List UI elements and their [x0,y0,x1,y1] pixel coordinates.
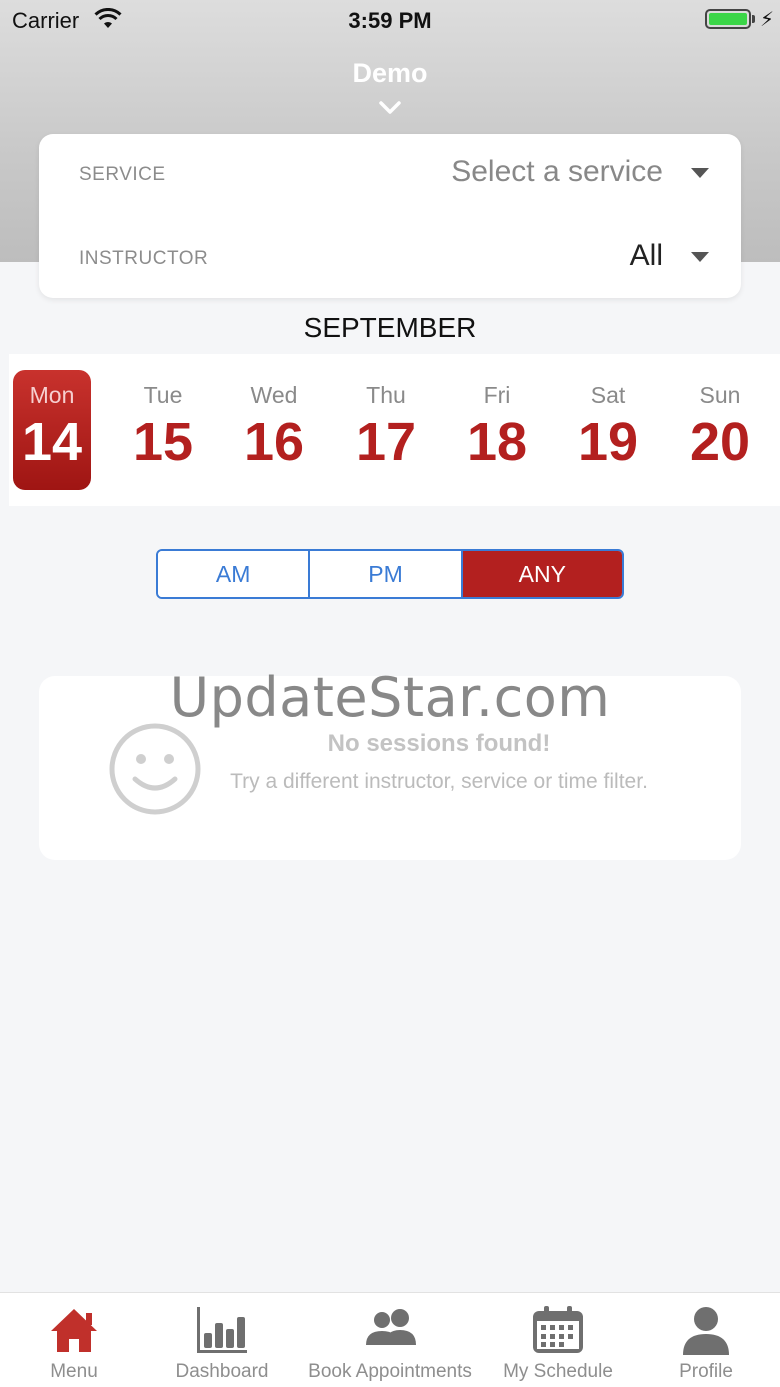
tab-book-appointments[interactable]: Book Appointments [296,1293,484,1387]
watermark: UpdateStar.com [169,666,611,729]
tab-label: Book Appointments [308,1361,472,1382]
day-thu[interactable]: Thu 17 [347,370,425,490]
day-name: Tue [143,382,183,408]
time-filter-any[interactable]: ANY [460,551,622,597]
time-filter-am[interactable]: AM [158,551,309,597]
service-label: SERVICE [79,164,166,185]
service-value[interactable]: Select a service [451,155,663,189]
day-number: 16 [243,412,305,472]
day-number: 18 [466,412,528,472]
nav-title[interactable]: Demo [0,58,780,89]
day-number: 14 [21,412,83,472]
day-number: 20 [689,412,751,472]
empty-state-title: No sessions found! [327,730,551,757]
people-icon [366,1309,416,1345]
charging-icon: ⚡ [760,9,775,31]
status-time: 3:59 PM [348,8,432,33]
filter-card: SERVICE Select a service INSTRUCTOR All [39,134,741,298]
calendar-icon [533,1306,583,1353]
day-name: Sat [590,382,626,408]
month-label: SEPTEMBER [303,312,477,343]
day-name: Mon [29,382,75,408]
day-name: Fri [483,382,511,408]
tab-label: My Schedule [503,1361,613,1382]
day-number: 15 [132,412,194,472]
day-fri[interactable]: Fri 18 [458,370,536,490]
day-sun[interactable]: Sun 20 [681,370,759,490]
smiley-icon [109,723,201,815]
service-selector[interactable]: SERVICE Select a service [39,144,741,204]
week-strip: Mon 14 Tue 15 Wed 16 Thu 17 Fri 18 Sat 1… [9,354,780,506]
empty-state-subtitle: Try a different instructor, service or t… [230,770,648,793]
tab-profile[interactable]: Profile [632,1293,780,1387]
chevron-down-icon[interactable] [378,100,402,116]
dropdown-caret-icon[interactable] [691,252,709,262]
instructor-selector[interactable]: INSTRUCTOR All [39,228,741,288]
day-name: Sun [699,382,741,408]
tab-label: Profile [679,1361,733,1382]
battery-icon [705,9,751,29]
tab-my-schedule[interactable]: My Schedule [484,1293,632,1387]
tab-label: Menu [50,1361,98,1382]
day-wed[interactable]: Wed 16 [235,370,313,490]
battery-cap [752,15,755,23]
home-icon [51,1309,97,1352]
tab-menu[interactable]: Menu [0,1293,148,1387]
time-filter: AM PM ANY [156,549,624,599]
day-sat[interactable]: Sat 19 [569,370,647,490]
instructor-value[interactable]: All [630,239,663,273]
day-number: 17 [355,412,417,472]
day-name: Wed [250,382,298,408]
day-mon[interactable]: Mon 14 [13,370,91,490]
tab-bar: Menu Dashboard Book Appointments My Sche… [0,1292,780,1387]
tab-dashboard[interactable]: Dashboard [148,1293,296,1387]
day-number: 19 [577,412,639,472]
tab-label: Dashboard [175,1361,269,1382]
day-name: Thu [366,382,406,408]
day-tue[interactable]: Tue 15 [124,370,202,490]
dropdown-caret-icon[interactable] [691,168,709,178]
status-bar: Carrier 3:59 PM ⚡ [0,0,780,40]
time-filter-pm[interactable]: PM [308,551,461,597]
person-icon [683,1307,729,1355]
instructor-label: INSTRUCTOR [79,248,209,269]
bar-chart-icon [197,1307,247,1353]
